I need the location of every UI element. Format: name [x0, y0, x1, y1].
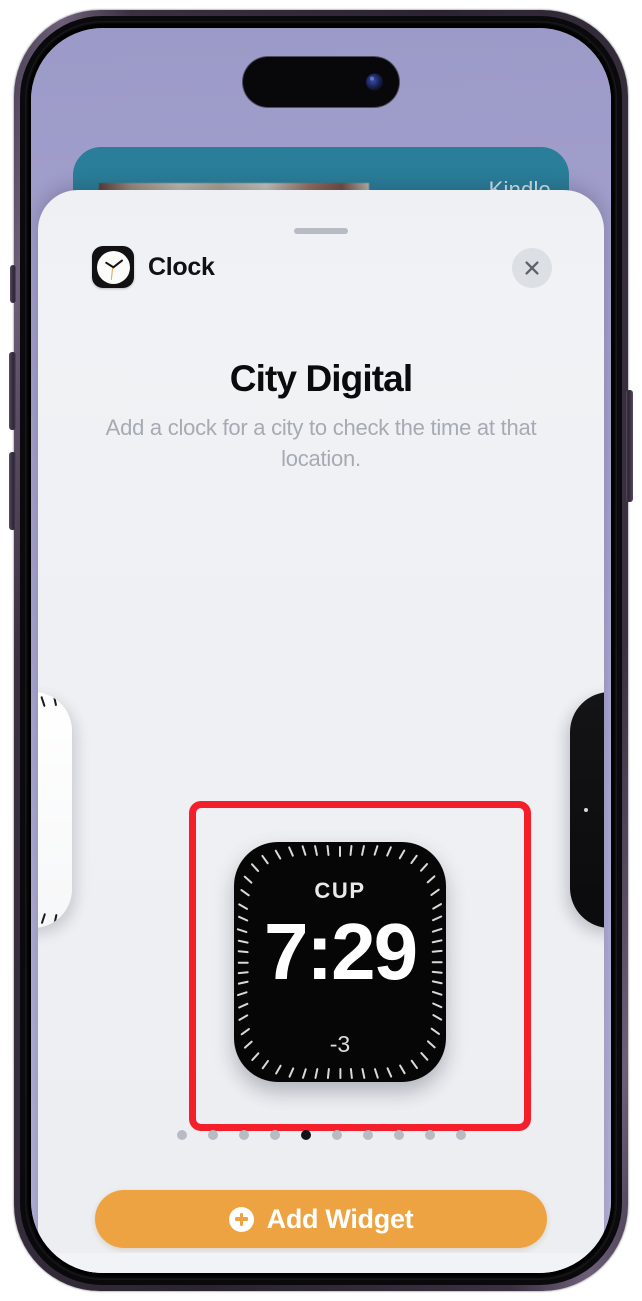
clock-face	[96, 250, 130, 284]
carousel-page-dot-2[interactable]	[207, 1130, 218, 1140]
home-indicator-area	[38, 1253, 604, 1273]
carousel-page-dot-8[interactable]	[393, 1130, 404, 1140]
clock-center-pin	[111, 265, 115, 269]
phone-frame: Kindle Clock	[0, 0, 642, 1301]
dynamic-island	[243, 57, 399, 107]
sheet-header: Clock	[38, 246, 604, 306]
sheet-grabber-handle[interactable]	[294, 228, 348, 234]
plus-circle-icon	[228, 1206, 254, 1232]
close-button[interactable]	[512, 248, 552, 288]
carousel-page-dot-7[interactable]	[362, 1130, 373, 1140]
widget-carousel[interactable]: CUP 7:29 -3	[38, 610, 604, 1131]
clock-app-icon	[92, 246, 134, 288]
widget-tick-mark	[64, 695, 69, 707]
front-camera-icon	[366, 73, 383, 91]
carousel-page-dot-5[interactable]	[300, 1130, 311, 1140]
close-icon	[525, 261, 539, 275]
widget-tick-mark	[52, 913, 58, 925]
clock-minute-hand	[112, 258, 124, 268]
add-widget-label: Add Widget	[266, 1203, 414, 1234]
carousel-page-dot-3[interactable]	[238, 1130, 249, 1140]
selection-highlight-box	[189, 801, 531, 1131]
carousel-page-dot-6[interactable]	[331, 1130, 342, 1140]
clock-second-hand	[111, 266, 114, 280]
widget-title: City Digital	[229, 358, 413, 399]
carousel-next-widget-preview[interactable]	[570, 692, 604, 928]
carousel-page-dots[interactable]	[38, 1130, 604, 1140]
carousel-page-dot-9[interactable]	[424, 1130, 435, 1140]
mute-switch-button[interactable]	[10, 265, 16, 303]
app-name-label: Clock	[148, 252, 215, 281]
carousel-page-dot-4[interactable]	[269, 1130, 280, 1140]
power-button[interactable]	[626, 390, 633, 502]
volume-down-button[interactable]	[9, 452, 16, 530]
widget-tick-mark	[52, 695, 58, 707]
widget-tick-mark	[64, 913, 69, 925]
carousel-page-dot-10[interactable]	[455, 1130, 466, 1140]
carousel-page-dot-1[interactable]	[176, 1130, 187, 1140]
widget-tick-mark	[39, 912, 46, 925]
volume-up-button[interactable]	[9, 352, 16, 430]
carousel-previous-widget-preview[interactable]	[38, 692, 72, 928]
app-identity: Clock	[92, 246, 215, 288]
widget-tick-mark	[39, 695, 46, 708]
add-widget-button[interactable]: Add Widget	[95, 1190, 547, 1248]
widget-description: Add a clock for a city to check the time…	[105, 415, 537, 471]
widget-picker-sheet: Clock City Digital Add a clock for a cit…	[38, 190, 604, 1273]
phone-screen: Kindle Clock	[31, 28, 611, 1273]
